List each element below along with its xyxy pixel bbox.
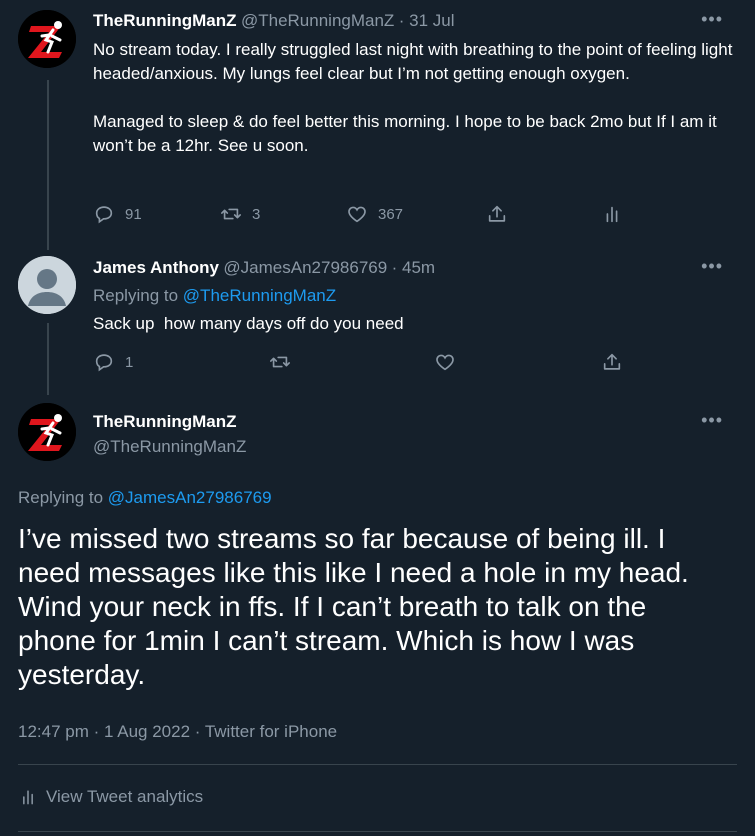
replying-to: Replying to @JamesAn27986769	[18, 488, 272, 508]
heart-icon	[436, 354, 454, 371]
thread-line	[47, 80, 49, 250]
share-icon	[603, 353, 621, 370]
avatar-james-anthony[interactable]	[18, 256, 76, 314]
author-name[interactable]: TheRunningManZ	[93, 11, 237, 30]
tweet-text: Sack up how many days off do you need	[93, 314, 404, 333]
retweet-icon	[221, 208, 241, 220]
like-button[interactable]	[434, 351, 456, 373]
replying-to-handle[interactable]: @TheRunningManZ	[183, 286, 336, 305]
reply-icon	[95, 354, 113, 372]
author-name[interactable]: TheRunningManZ	[93, 412, 237, 432]
retweet-button[interactable]: 3	[220, 203, 260, 225]
analytics-icon	[23, 790, 33, 805]
analytics-icon	[606, 206, 618, 223]
reply-button[interactable]: 91	[93, 203, 142, 225]
replying-to: Replying to @TheRunningManZ	[93, 286, 336, 306]
tweet1-header: TheRunningManZ @TheRunningManZ · 31 Jul	[93, 11, 455, 31]
thread-line	[47, 323, 49, 395]
view-analytics-link[interactable]: View Tweet analytics	[18, 787, 203, 807]
avatar-therunningmanz[interactable]	[18, 403, 76, 461]
tweet2-header: James Anthony @JamesAn27986769 · 45m	[93, 258, 435, 278]
analytics-button[interactable]	[601, 203, 623, 225]
tweet-time[interactable]: · 31 Jul	[399, 11, 455, 30]
replying-to-label: Replying to	[93, 286, 179, 305]
share-icon	[488, 205, 506, 222]
more-options-icon[interactable]: •••	[701, 9, 723, 30]
replying-to-label: Replying to	[18, 488, 104, 507]
tweet-timestamp[interactable]: 12:47 pm · 1 Aug 2022 · Twitter for iPho…	[18, 722, 337, 742]
like-count: 367	[378, 205, 404, 223]
avatar-therunningmanz[interactable]	[18, 10, 76, 68]
tweet-text: I’ve missed two streams so far because o…	[18, 523, 689, 690]
divider	[18, 831, 737, 832]
like-button[interactable]: 367	[346, 203, 403, 225]
retweet-button[interactable]	[269, 351, 291, 373]
replying-to-handle[interactable]: @JamesAn27986769	[108, 488, 272, 507]
retweet-count: 3	[252, 205, 261, 223]
reply-count: 91	[125, 205, 142, 223]
retweet-icon	[270, 356, 290, 368]
author-handle[interactable]: @TheRunningManZ	[93, 437, 246, 457]
share-button[interactable]	[486, 203, 508, 225]
reply-button[interactable]: 1	[93, 351, 133, 373]
author-handle[interactable]: @JamesAn27986769	[223, 258, 387, 277]
view-analytics-label: View Tweet analytics	[46, 787, 204, 806]
author-name[interactable]: James Anthony	[93, 258, 219, 277]
heart-icon	[348, 206, 366, 223]
divider	[18, 764, 737, 765]
share-button[interactable]	[601, 351, 623, 373]
reply-count: 1	[125, 353, 134, 371]
reply-icon	[95, 206, 113, 224]
more-options-icon[interactable]: •••	[701, 256, 723, 277]
tweet-text: No stream today. I really struggled last…	[93, 40, 733, 155]
tweet-time[interactable]: · 45m	[392, 258, 435, 277]
author-handle[interactable]: @TheRunningManZ	[241, 11, 394, 30]
more-options-icon[interactable]: •••	[701, 410, 723, 431]
